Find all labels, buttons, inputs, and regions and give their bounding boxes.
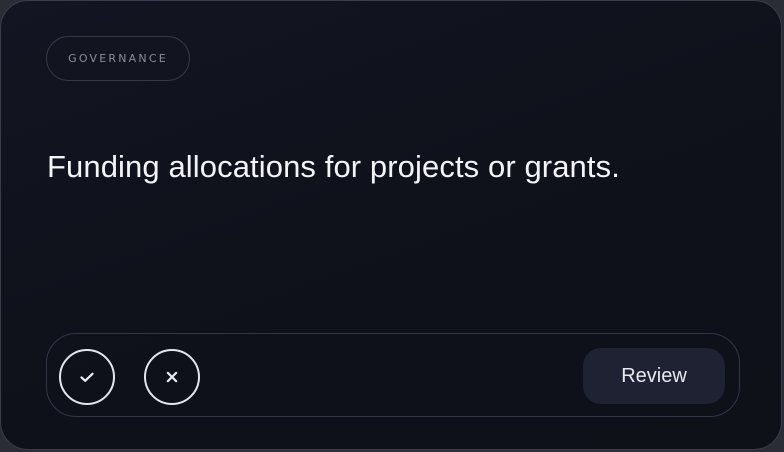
action-bar: Review: [46, 333, 740, 417]
governance-card: GOVERNANCE Funding allocations for proje…: [0, 0, 782, 450]
reject-button[interactable]: [144, 349, 200, 405]
review-button-label: Review: [621, 364, 687, 387]
card-headline: Funding allocations for projects or gran…: [47, 149, 620, 184]
approve-button[interactable]: [59, 349, 115, 405]
category-tag-label: GOVERNANCE: [68, 52, 168, 65]
review-button[interactable]: Review: [583, 348, 725, 404]
category-tag: GOVERNANCE: [46, 36, 190, 81]
close-icon: [166, 371, 178, 383]
check-icon: [80, 372, 94, 382]
